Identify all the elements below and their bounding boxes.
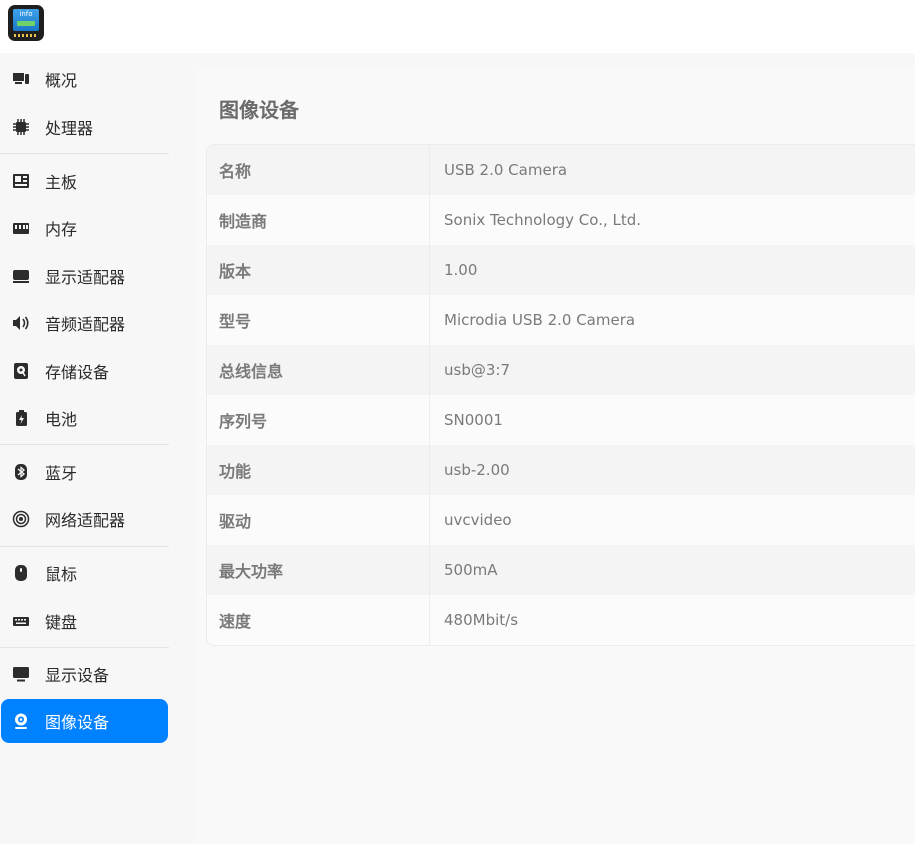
table-row: 最大功率 500mA <box>207 545 915 595</box>
table-row: 功能 usb-2.00 <box>207 445 915 495</box>
battery-icon <box>12 409 30 427</box>
sidebar-item-label: 内存 <box>45 220 78 239</box>
row-key: 制造商 <box>207 195 430 245</box>
row-value: uvcvideo <box>444 511 512 529</box>
overview-icon <box>12 70 30 88</box>
table-row: 速度 480Mbit/s <box>207 595 915 645</box>
sidebar-item-audio[interactable]: 音频适配器 <box>1 301 168 345</box>
table-row: 版本 1.00 <box>207 245 915 295</box>
table-row: 名称 USB 2.0 Camera <box>207 145 915 195</box>
monitor-icon <box>12 665 30 683</box>
app-logo-icon: info <box>8 5 44 41</box>
network-icon <box>12 510 30 528</box>
row-value: usb@3:7 <box>444 361 510 379</box>
row-value: SN0001 <box>444 411 503 429</box>
sidebar-item-label: 鼠标 <box>45 565 78 584</box>
row-value: 480Mbit/s <box>444 611 519 629</box>
sidebar-item-label: 蓝牙 <box>45 464 78 483</box>
sidebar-item-storage[interactable]: 存储设备 <box>1 349 168 393</box>
sidebar-item-overview[interactable]: 概况 <box>1 57 168 101</box>
sidebar-item-label: 图像设备 <box>45 713 110 732</box>
row-value: Microdia USB 2.0 Camera <box>444 311 636 329</box>
row-key: 版本 <box>207 245 430 295</box>
sidebar-item-label: 主板 <box>45 173 78 192</box>
keyboard-icon <box>12 612 30 630</box>
table-row: 序列号 SN0001 <box>207 395 915 445</box>
sidebar-divider <box>0 546 169 547</box>
storage-icon <box>12 362 30 380</box>
camera-icon <box>12 712 30 730</box>
gpu-icon <box>12 267 30 285</box>
row-value: 500mA <box>444 561 498 579</box>
row-key: 总线信息 <box>207 345 430 395</box>
sidebar-item-label: 音频适配器 <box>45 315 126 334</box>
sidebar-item-label: 显示适配器 <box>45 268 126 287</box>
sidebar-item-keyboard[interactable]: 键盘 <box>1 599 168 643</box>
motherboard-icon <box>12 172 30 190</box>
row-value: Sonix Technology Co., Ltd. <box>444 211 642 229</box>
sidebar-divider <box>0 444 169 445</box>
table-row: 驱动 uvcvideo <box>207 495 915 545</box>
content-panel: 图像设备 名称 USB 2.0 Camera 制造商 Sonix Technol… <box>195 66 915 844</box>
row-value: USB 2.0 Camera <box>444 161 568 179</box>
sidebar-item-cpu[interactable]: 处理器 <box>1 105 168 149</box>
sidebar-item-bluetooth[interactable]: 蓝牙 <box>1 450 168 494</box>
table-row: 型号 Microdia USB 2.0 Camera <box>207 295 915 345</box>
row-key: 序列号 <box>207 395 430 445</box>
table-row: 总线信息 usb@3:7 <box>207 345 915 395</box>
row-key: 型号 <box>207 295 430 345</box>
mouse-icon <box>12 564 30 582</box>
sidebar-item-gpu[interactable]: 显示适配器 <box>1 254 168 298</box>
sidebar-item-label: 存储设备 <box>45 363 110 382</box>
sidebar-item-camera[interactable]: 图像设备 <box>1 699 168 743</box>
row-key: 速度 <box>207 595 430 645</box>
page-title: 图像设备 <box>219 98 299 122</box>
sidebar-item-battery[interactable]: 电池 <box>1 396 168 440</box>
sidebar-item-memory[interactable]: 内存 <box>1 206 168 250</box>
sidebar-item-label: 概况 <box>45 71 78 90</box>
sidebar-item-label: 处理器 <box>45 119 94 138</box>
sidebar: 概况 处理器 主板 内存 显示适配器 音频适配器 存储设备 电池 蓝牙 网络适配… <box>0 53 183 844</box>
table-row: 制造商 Sonix Technology Co., Ltd. <box>207 195 915 245</box>
sidebar-item-network[interactable]: 网络适配器 <box>1 497 168 541</box>
sidebar-item-monitor[interactable]: 显示设备 <box>1 652 168 696</box>
title-bar: info <box>0 0 915 53</box>
speaker-icon <box>12 314 30 332</box>
sidebar-item-mouse[interactable]: 鼠标 <box>1 551 168 595</box>
sidebar-item-label: 键盘 <box>45 613 78 632</box>
app-logo-label: info <box>19 10 33 18</box>
sidebar-divider <box>0 647 169 648</box>
cpu-icon <box>12 118 30 136</box>
sidebar-item-label: 显示设备 <box>45 666 110 685</box>
app-logo-screen: info <box>13 9 39 31</box>
bluetooth-icon <box>12 463 30 481</box>
row-key: 名称 <box>207 145 430 195</box>
row-key: 功能 <box>207 445 430 495</box>
sidebar-item-label: 网络适配器 <box>45 511 126 530</box>
sidebar-divider <box>0 153 169 154</box>
sidebar-item-motherboard[interactable]: 主板 <box>1 159 168 203</box>
row-value: usb-2.00 <box>444 461 510 479</box>
sidebar-item-label: 电池 <box>45 410 78 429</box>
row-value: 1.00 <box>444 261 478 279</box>
row-key: 驱动 <box>207 495 430 545</box>
device-info-table: 名称 USB 2.0 Camera 制造商 Sonix Technology C… <box>206 144 915 646</box>
row-key: 最大功率 <box>207 545 430 595</box>
memory-icon <box>12 219 30 237</box>
